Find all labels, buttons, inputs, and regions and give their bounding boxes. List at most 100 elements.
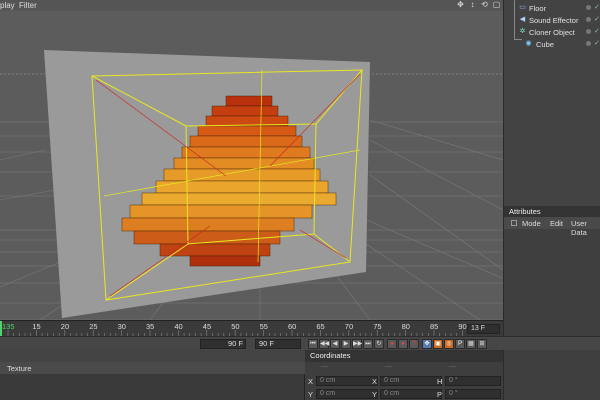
object-label: Floor <box>529 4 547 13</box>
object-label: Cube <box>536 40 554 49</box>
timeline-frame-label: 45 <box>203 322 211 331</box>
coordinates-title: Coordinates <box>305 350 503 362</box>
key-param-button[interactable]: P <box>455 339 465 349</box>
axis-label: Y <box>308 390 314 399</box>
timeline-frame-label: 85 <box>430 322 438 331</box>
axis-label: P <box>437 390 443 399</box>
end-frame-field[interactable]: 90 F <box>200 339 246 349</box>
timeline-frame-label: 70 <box>345 322 353 331</box>
rotation-p-field[interactable]: 0 ° <box>445 389 501 399</box>
scale-view-icon[interactable]: ↕ <box>468 0 477 9</box>
timeline-frame-label: 20 <box>61 322 69 331</box>
material-manager: Texture <box>0 350 305 400</box>
timeline-frame-label: 90 <box>458 322 466 331</box>
size-header: --- <box>385 364 392 371</box>
object-manager: ▭ Floor ✓ ◀ Sound Effector ✓ ✲ Cloner Ob… <box>503 0 600 206</box>
record-button[interactable]: ● <box>387 339 397 349</box>
enabled-check[interactable]: ✓ <box>594 15 600 23</box>
visibility-dot[interactable] <box>586 17 591 22</box>
position-x-field[interactable]: 0 cm <box>316 376 378 386</box>
axis-label: H <box>437 377 443 386</box>
key-pla-button[interactable]: ▦ <box>466 339 476 349</box>
step-back-button[interactable]: ◀ <box>330 339 340 349</box>
sound-effector-icon: ◀ <box>519 16 526 23</box>
menu-edit[interactable]: Edit <box>550 219 563 228</box>
playhead-marker[interactable] <box>0 321 2 337</box>
timeline-frame-label: 75 <box>373 322 381 331</box>
position-y-field[interactable]: 0 cm <box>316 389 378 399</box>
enabled-check[interactable]: ✓ <box>594 27 600 35</box>
autokey-button[interactable]: ● <box>398 339 408 349</box>
timeline-playhead-label: 135 <box>2 322 15 331</box>
rotation-header: --- <box>449 364 456 371</box>
object-row-floor[interactable]: ▭ Floor ✓ <box>504 3 600 14</box>
attributes-title: Attributes <box>504 206 600 217</box>
coordinates-header-row: --- --- --- <box>305 363 503 375</box>
menu-display[interactable]: play <box>0 1 15 10</box>
timeline-layout-button[interactable]: ⊞ <box>477 339 487 349</box>
timeline-frame-label: 80 <box>402 322 410 331</box>
keyframe-help-button[interactable]: ? <box>409 339 419 349</box>
coordinates-row-y: Y 0 cm Y 0 cm P 0 ° <box>305 388 503 400</box>
loop-button[interactable]: ↻ <box>374 339 384 349</box>
timeline-ruler[interactable]: 135 15 20 25 30 35 40 45 50 55 60 65 70 75 80 85 90 13 F <box>0 320 503 337</box>
menu-filter[interactable]: Filter <box>19 1 37 10</box>
transport-bar: 90 F 90 F ⏮ ◀◀ ◀ ▶ ▶▶ ⏭ ↻ ● ●? ✥ ▣ ◎ P ▦ ⊞ <box>0 336 600 350</box>
object-row-cloner[interactable]: ✲ Cloner Object ✓ <box>504 27 600 38</box>
attributes-panel: Attributes Mode Edit User Data <box>503 206 600 400</box>
visibility-dot[interactable] <box>586 41 591 46</box>
go-to-start-button[interactable]: ⏮ <box>308 339 318 349</box>
tab-texture[interactable]: Texture <box>7 364 32 373</box>
max-frame-field[interactable]: 90 F <box>255 339 301 349</box>
step-back-key-button[interactable]: ◀◀ <box>319 339 329 349</box>
go-to-end-button[interactable]: ⏭ <box>363 339 373 349</box>
menu-mode[interactable]: Mode <box>522 219 541 228</box>
size-y-field[interactable]: 0 cm <box>380 389 442 399</box>
visibility-dot[interactable] <box>586 5 591 10</box>
material-tab-bar: Texture <box>0 362 305 374</box>
rotate-view-icon[interactable]: ⟲ <box>480 0 489 9</box>
key-rotation-button[interactable]: ◎ <box>444 339 454 349</box>
visibility-dot[interactable] <box>586 29 591 34</box>
object-row-sound-effector[interactable]: ◀ Sound Effector ✓ <box>504 15 600 26</box>
timeline-frame-label: 60 <box>288 322 296 331</box>
timeline-frame-label: 65 <box>316 322 324 331</box>
axis-label: X <box>308 377 314 386</box>
viewport-menu-bar: play Filter ✥ ↕ ⟲ ▢ <box>0 0 503 11</box>
grid-icon[interactable] <box>511 220 517 226</box>
coordinates-panel: Coordinates --- --- --- X 0 cm X 0 cm H … <box>305 350 503 400</box>
rotation-h-field[interactable]: 0 ° <box>445 376 501 386</box>
timeline-frame-label: 25 <box>89 322 97 331</box>
timeline-frame-label: 15 <box>32 322 40 331</box>
axis-label: X <box>372 377 378 386</box>
attributes-menu-bar: Mode Edit User Data <box>504 217 600 237</box>
key-position-button[interactable]: ✥ <box>422 339 432 349</box>
axis-label: Y <box>372 390 378 399</box>
move-view-icon[interactable]: ✥ <box>456 0 465 9</box>
timeline-frame-label: 30 <box>118 322 126 331</box>
position-header: --- <box>321 364 328 371</box>
timeline-frame-label: 40 <box>174 322 182 331</box>
timeline-frame-label: 35 <box>146 322 154 331</box>
enabled-check[interactable]: ✓ <box>594 39 600 47</box>
timeline-frame-label: 50 <box>231 322 239 331</box>
coordinates-row-x: X 0 cm X 0 cm H 0 ° <box>305 375 503 387</box>
perspective-viewport[interactable]: play Filter ✥ ↕ ⟲ ▢ <box>0 0 503 320</box>
floor-icon: ▭ <box>519 4 526 11</box>
play-button[interactable]: ▶ <box>341 339 351 349</box>
key-scale-button[interactable]: ▣ <box>433 339 443 349</box>
timeline-frame-label: 55 <box>260 322 268 331</box>
object-row-cube[interactable]: ◉ Cube ✓ <box>504 39 600 50</box>
current-frame-field[interactable]: 13 F <box>467 324 500 334</box>
object-label: Sound Effector <box>529 16 579 25</box>
viewport-nav-icons: ✥ ↕ ⟲ ▢ <box>456 0 501 11</box>
enabled-check[interactable]: ✓ <box>594 3 600 11</box>
object-label: Cloner Object <box>529 28 575 37</box>
menu-user-data[interactable]: User Data <box>571 219 600 237</box>
step-forward-key-button[interactable]: ▶▶ <box>352 339 362 349</box>
material-header <box>0 350 305 362</box>
cloner-icon: ✲ <box>519 28 526 35</box>
cube-icon: ◉ <box>525 40 532 47</box>
maximize-icon[interactable]: ▢ <box>492 0 501 9</box>
size-x-field[interactable]: 0 cm <box>380 376 442 386</box>
